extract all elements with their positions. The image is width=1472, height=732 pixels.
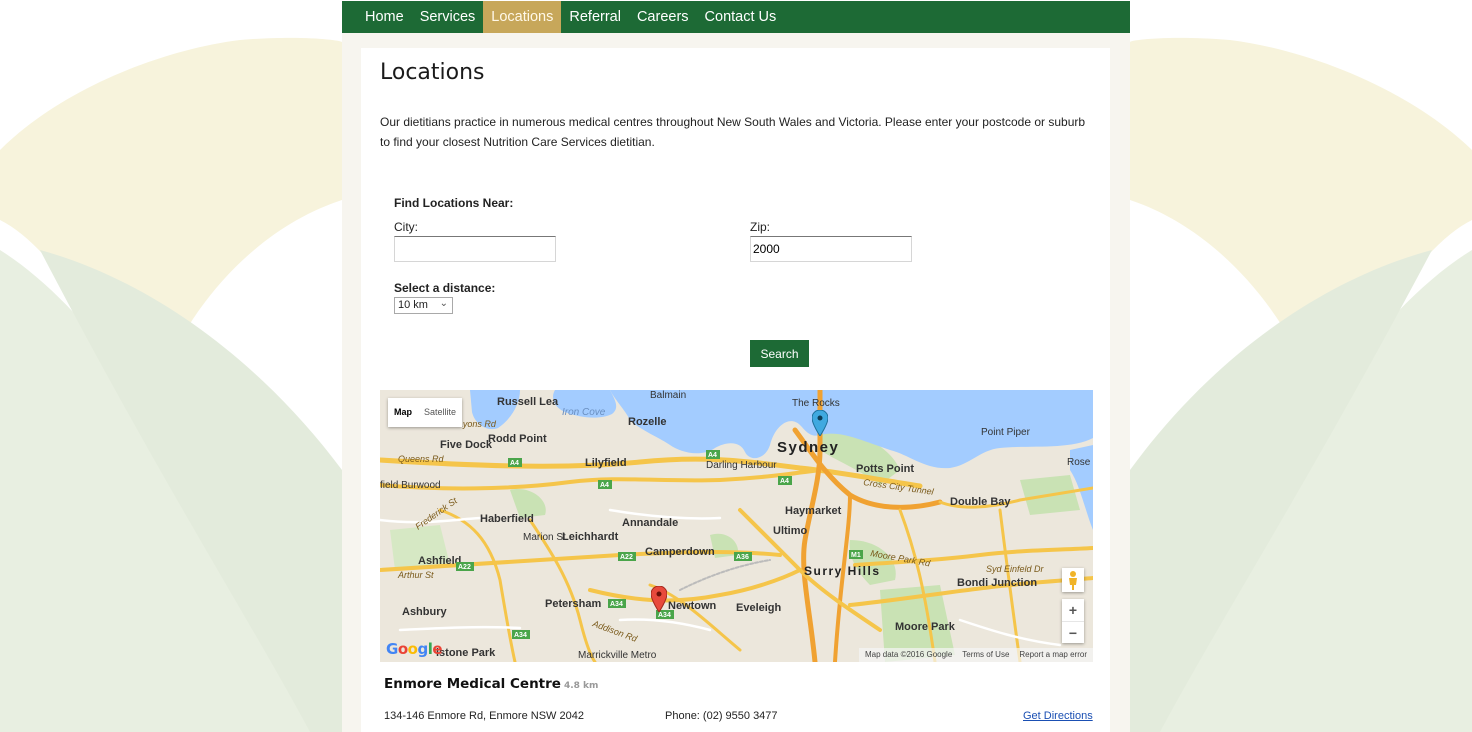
search-button[interactable]: Search	[750, 340, 809, 367]
result-name: Enmore Medical Centre	[384, 676, 561, 692]
svg-text:A4: A4	[600, 482, 609, 489]
find-locations-heading: Find Locations Near:	[394, 196, 514, 210]
map-type-satellite-button[interactable]: Satellite	[418, 398, 462, 427]
svg-text:A34: A34	[658, 612, 671, 619]
map-label-point-piper: Point Piper	[981, 427, 1031, 438]
map-label-iron-cove: Iron Cove	[562, 407, 606, 418]
map-road-arthur-st: Arthur St	[397, 570, 434, 580]
map-data-credit: Map data ©2016 Google	[864, 650, 953, 659]
zoom-out-button[interactable]: −	[1062, 622, 1084, 644]
map-label-rodd-point: Rodd Point	[488, 433, 547, 445]
route-shield: A34	[608, 599, 626, 608]
chevron-down-icon: ⌄	[439, 298, 448, 309]
nav-locations[interactable]: Locations	[483, 1, 562, 33]
zoom-control: + −	[1062, 599, 1084, 643]
svg-text:A4: A4	[708, 452, 717, 459]
distance-select[interactable]: 10 km ⌄	[394, 297, 453, 314]
map-label-darling-harbour: Darling Harbour	[706, 460, 777, 471]
map-label-annandale: Annandale	[622, 517, 678, 529]
nav-home[interactable]: Home	[357, 1, 412, 33]
map-label-double-bay: Double Bay	[950, 496, 1011, 508]
map-label-balmain: Balmain	[650, 390, 686, 401]
nav-services[interactable]: Services	[412, 1, 484, 33]
map-label-russell-lea: Russell Lea	[497, 396, 559, 408]
svg-text:A4: A4	[510, 460, 519, 467]
map-road-lyons-rd: Lyons Rd	[458, 419, 497, 429]
route-shield: A34	[512, 630, 530, 639]
map-label-moore-park: Moore Park	[895, 621, 956, 633]
map-label-five-dock: Five Dock	[440, 439, 493, 451]
map-label-bondi-junction: Bondi Junction	[957, 577, 1037, 589]
map-label-ashfield: Ashfield	[418, 555, 461, 567]
map-label-leichhardt: Leichhardt	[562, 531, 619, 543]
map-label-marion-st: Marion St	[523, 532, 566, 543]
route-shield: A4	[598, 480, 612, 489]
map-canvas[interactable]: Russell Lea Balmain Iron Cove Rozelle Th…	[380, 390, 1093, 662]
map-label-petersham: Petersham	[545, 598, 601, 610]
map-label-haberfield: Haberfield	[480, 513, 534, 525]
map-label-rose: Rose	[1067, 457, 1091, 468]
result-phone: Phone: (02) 9550 3477	[665, 710, 778, 722]
svg-text:A34: A34	[514, 632, 527, 639]
google-logo: Google	[386, 640, 443, 658]
svg-text:A4: A4	[780, 478, 789, 485]
result-address: 134-146 Enmore Rd, Enmore NSW 2042	[384, 710, 584, 722]
svg-text:A36: A36	[736, 554, 749, 561]
route-shield: A22	[456, 562, 474, 571]
map-label-haymarket: Haymarket	[785, 505, 842, 517]
nav-contact-us[interactable]: Contact Us	[697, 1, 785, 33]
route-shield: A4	[706, 450, 720, 459]
main-navigation: Home Services Locations Referral Careers…	[342, 1, 1130, 33]
route-shield: A4	[778, 476, 792, 485]
zip-input[interactable]	[750, 236, 912, 262]
svg-text:A22: A22	[620, 554, 633, 561]
map-label-newtown: Newtown	[668, 600, 717, 612]
map-road-queens-rd: Queens Rd	[398, 454, 445, 464]
get-directions-link[interactable]: Get Directions	[1023, 710, 1093, 722]
city-label: City:	[394, 220, 418, 234]
route-shield: M1	[849, 550, 863, 559]
result-distance: 4.8 km	[563, 681, 599, 691]
route-shield: A22	[618, 552, 636, 561]
city-input[interactable]	[394, 236, 556, 262]
map-label-ashbury: Ashbury	[402, 606, 448, 618]
terms-of-use-link[interactable]: Terms of Use	[962, 648, 1009, 662]
distance-select-value: 10 km	[398, 299, 428, 311]
route-shield: A36	[734, 552, 752, 561]
red-location-pin-icon[interactable]	[651, 586, 667, 612]
report-map-error-link[interactable]: Report a map error	[1019, 648, 1087, 662]
svg-text:A22: A22	[458, 564, 471, 571]
map-label-rozelle: Rozelle	[628, 416, 667, 428]
map-label-sydney: Sydney	[777, 439, 839, 456]
map-attribution: Map data ©2016 Google Terms of Use Repor…	[858, 648, 1093, 662]
map[interactable]: Russell Lea Balmain Iron Cove Rozelle Th…	[380, 390, 1093, 662]
map-label-surry-hills: Surry Hills	[804, 564, 881, 578]
blue-location-pin-icon[interactable]	[812, 410, 828, 436]
map-label-stone-park: lstone Park	[436, 647, 496, 659]
map-label-burwood: field Burwood	[380, 480, 441, 491]
zip-label: Zip:	[750, 220, 771, 234]
street-view-pegman-icon[interactable]	[1062, 568, 1084, 592]
result-title: Enmore Medical Centre 4.8 km	[384, 676, 598, 692]
map-label-camperdown: Camperdown	[645, 546, 715, 558]
page-title: Locations	[380, 60, 485, 85]
map-label-the-rocks: The Rocks	[792, 398, 840, 409]
route-shield: A4	[508, 458, 522, 467]
map-label-eveleigh: Eveleigh	[736, 602, 782, 614]
zoom-in-button[interactable]: +	[1062, 599, 1084, 621]
map-road-syd-einfeld-dr: Syd Einfeld Dr	[986, 564, 1045, 574]
svg-text:A34: A34	[610, 601, 623, 608]
map-type-control: Map Satellite	[388, 398, 463, 427]
svg-text:M1: M1	[851, 552, 861, 559]
map-label-ultimo: Ultimo	[773, 525, 808, 537]
distance-label: Select a distance:	[394, 281, 496, 295]
map-label-marrickville-metro: Marrickville Metro	[578, 650, 657, 661]
map-label-lilyfield: Lilyfield	[585, 457, 627, 469]
intro-text: Our dietitians practice in numerous medi…	[380, 115, 1086, 149]
nav-referral[interactable]: Referral	[561, 1, 629, 33]
map-type-map-button[interactable]: Map	[388, 398, 418, 427]
nav-careers[interactable]: Careers	[629, 1, 697, 33]
map-label-potts-point: Potts Point	[856, 463, 914, 475]
